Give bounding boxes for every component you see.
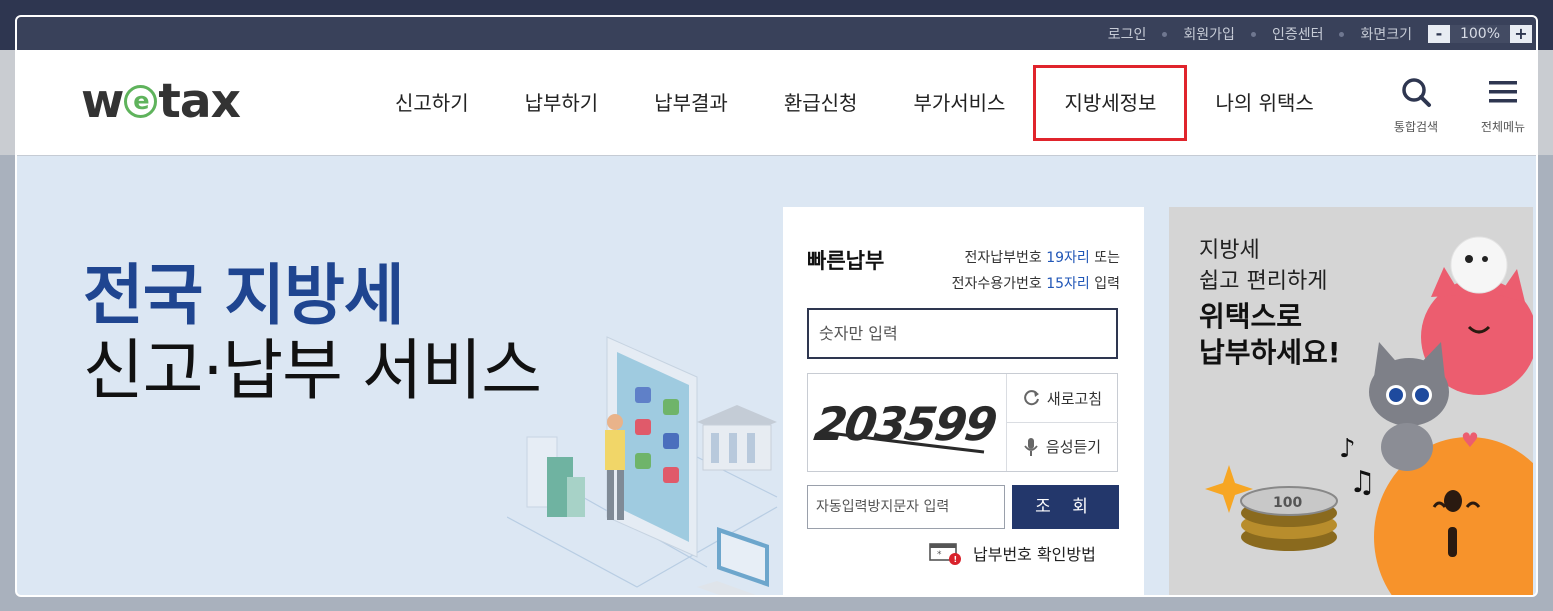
card-info-icon: * ! xyxy=(929,543,961,565)
separator-dot xyxy=(1250,31,1256,37)
promo-banner[interactable]: 지방세 쉽고 편리하게 위택스로 납부하세요! 100 ♪ ♫ ♥ xyxy=(1169,207,1533,595)
payment-number-input[interactable]: 숫자만 입력 xyxy=(807,308,1118,359)
hamburger-icon xyxy=(1489,81,1517,103)
desc-text: 입력 xyxy=(1089,276,1120,292)
separator-dot xyxy=(1162,31,1168,37)
nav-pay-result[interactable]: 납부결과 xyxy=(626,65,756,141)
menu-label: 전체메뉴 xyxy=(1480,120,1526,134)
mascot-illustration: 100 ♪ ♫ ♥ xyxy=(1205,236,1533,595)
cert-center-link[interactable]: 인증센터 xyxy=(1272,24,1324,44)
signup-link[interactable]: 회원가입 xyxy=(1183,24,1235,44)
screen-size-label: 화면크기 xyxy=(1360,27,1412,43)
mobile-tax-illustration xyxy=(507,336,778,595)
search-icon xyxy=(1402,78,1431,107)
nav-report[interactable]: 신고하기 xyxy=(367,65,497,141)
desc-highlight: 15자리 xyxy=(1046,276,1090,292)
zoom-control: - 100% + xyxy=(1428,25,1532,43)
monitor-icon xyxy=(697,527,769,595)
svg-text:!: ! xyxy=(954,555,958,564)
nav-pay[interactable]: 납부하기 xyxy=(497,65,627,141)
separator-dot xyxy=(1339,31,1345,37)
music-note-icon: ♫ xyxy=(1349,465,1376,500)
logo-tax: tax xyxy=(158,73,240,129)
page-frame: 로그인 회원가입 인증센터 화면크기 - 100% + w e tax 신고하기… xyxy=(15,15,1538,597)
main-nav: 신고하기 납부하기 납부결과 환급신청 부가서비스 지방세정보 나의 위택스 xyxy=(367,50,1342,156)
nav-refund[interactable]: 환급신청 xyxy=(756,65,886,141)
coin-text: 100 xyxy=(1273,495,1302,511)
zoom-out-button[interactable]: - xyxy=(1428,25,1450,43)
search-submit-button[interactable]: 조 회 xyxy=(1012,485,1119,529)
coin-stack-icon: 100 xyxy=(1240,486,1338,551)
main-header: w e tax 신고하기 납부하기 납부결과 환급신청 부가서비스 지방세정보 … xyxy=(17,50,1536,156)
bank-icon xyxy=(697,405,777,471)
captcha-controls: 새로고침 음성듣기 xyxy=(1006,374,1118,471)
desc-text: 또는 xyxy=(1089,250,1120,266)
payment-number-guide-link[interactable]: * ! 납부번호 확인방법 xyxy=(929,540,1096,566)
nav-my-wetax[interactable]: 나의 위택스 xyxy=(1187,65,1341,141)
audio-label: 음성듣기 xyxy=(1045,438,1102,456)
refresh-label: 새로고침 xyxy=(1046,389,1103,408)
guide-label: 납부번호 확인방법 xyxy=(973,545,1096,564)
music-note-icon: ♪ xyxy=(1339,434,1356,464)
desc-text: 전자납부번호 xyxy=(964,250,1047,266)
svg-text:*: * xyxy=(937,550,942,560)
zoom-value: 100% xyxy=(1450,25,1510,43)
desc-text: 전자수용가번호 xyxy=(951,276,1047,292)
captcha-refresh-button[interactable]: 새로고침 xyxy=(1007,374,1118,422)
utility-links: 로그인 회원가입 인증센터 화면크기 - 100% + xyxy=(1108,18,1532,50)
quick-pay-title: 빠른납부 xyxy=(807,249,885,273)
logo-e: e xyxy=(124,84,158,118)
login-link[interactable]: 로그인 xyxy=(1108,24,1147,44)
wetax-logo[interactable]: w e tax xyxy=(81,73,241,129)
full-menu-button[interactable]: 전체메뉴 xyxy=(1468,76,1536,135)
microphone-icon xyxy=(1024,437,1038,456)
captcha-image: 203599 xyxy=(811,397,1000,454)
quick-pay-panel: 빠른납부 전자납부번호 19자리 또는 전자수용가번호 15자리 입력 숫자만 … xyxy=(783,207,1144,595)
integrated-search-button[interactable]: 통합검색 xyxy=(1381,76,1451,135)
captcha-audio-button[interactable]: 음성듣기 xyxy=(1007,422,1118,470)
heart-icon: ♥ xyxy=(1461,428,1479,452)
zoom-in-button[interactable]: + xyxy=(1510,25,1532,43)
logo-w: w xyxy=(81,73,124,129)
building-icon xyxy=(526,436,585,517)
desc-highlight: 19자리 xyxy=(1046,250,1090,266)
refresh-icon xyxy=(1024,390,1039,406)
hero-title-line2: 신고·납부 서비스 xyxy=(83,332,542,409)
nav-extra-services[interactable]: 부가서비스 xyxy=(885,65,1033,141)
nav-local-tax-info[interactable]: 지방세정보 xyxy=(1033,65,1188,141)
captcha-box: 203599 새로고침 음성듣기 xyxy=(807,373,1118,472)
search-label: 통합검색 xyxy=(1393,120,1439,134)
captcha-input[interactable]: 자동입력방지문자 입력 xyxy=(807,485,1005,529)
quick-pay-description: 전자납부번호 19자리 또는 전자수용가번호 15자리 입력 xyxy=(952,245,1120,297)
